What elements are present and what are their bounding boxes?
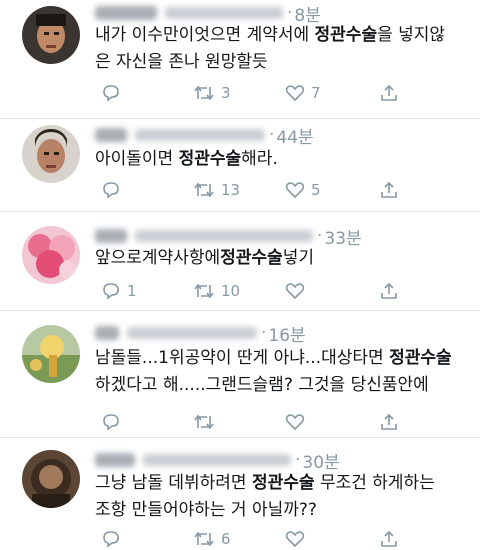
tweet-actions: [95, 413, 455, 433]
retweet-button[interactable]: [193, 413, 215, 431]
retweet-button[interactable]: 13: [193, 181, 240, 199]
timestamp[interactable]: 16분: [268, 321, 305, 346]
like-button[interactable]: [285, 282, 311, 300]
reply-button[interactable]: [101, 181, 127, 199]
user-handle[interactable]: [135, 129, 265, 141]
reply-icon: [103, 85, 119, 102]
heart-icon: [285, 283, 305, 300]
avatar[interactable]: [22, 226, 80, 284]
retweet-button[interactable]: 6: [193, 530, 231, 548]
reply-icon: [103, 531, 119, 548]
like-button[interactable]: [285, 530, 305, 548]
share-button[interactable]: [380, 530, 398, 548]
tweet[interactable]: · 44분 아이돌이면 정관수술해라. 13 5: [0, 119, 480, 211]
tweet-header: · 16분: [95, 321, 306, 346]
tweet-header: · 8분: [95, 3, 321, 26]
heart-icon: [285, 182, 305, 199]
user-handle[interactable]: [135, 230, 313, 242]
heart-icon: [285, 531, 305, 548]
share-button[interactable]: [380, 181, 398, 199]
tweet-header: · 44분: [95, 123, 314, 148]
timestamp[interactable]: 30분: [302, 448, 339, 473]
tweet-actions: 13 5: [95, 181, 455, 201]
timestamp[interactable]: 44분: [276, 123, 313, 148]
tweet-text: 앞으로계약사항에정관수술넣기: [95, 248, 314, 268]
like-button[interactable]: 7: [285, 84, 321, 102]
reply-button[interactable]: 1: [101, 282, 137, 300]
share-icon: [381, 181, 397, 198]
user-name[interactable]: [95, 6, 157, 20]
avatar[interactable]: [22, 325, 80, 383]
retweet-icon: [194, 85, 214, 101]
tweet-text: 아이돌이면 정관수술해라.: [95, 149, 278, 169]
retweet-icon: [194, 531, 214, 547]
like-button[interactable]: 5: [285, 181, 321, 199]
reply-button[interactable]: [101, 530, 127, 548]
tweet-actions: 1 10: [95, 282, 455, 302]
retweet-button[interactable]: 10: [193, 282, 240, 300]
tweet-header: · 33분: [95, 226, 362, 249]
user-name[interactable]: [95, 128, 127, 142]
reply-icon: [103, 414, 119, 431]
heart-icon: [285, 414, 305, 431]
user-name[interactable]: [95, 229, 127, 243]
share-icon: [381, 282, 397, 299]
reply-icon: [103, 283, 119, 300]
share-icon: [381, 530, 397, 547]
tweet-actions: 6: [95, 530, 455, 550]
share-icon: [381, 413, 397, 430]
tweet-text: 내가 이수만이엇으면 계약서에 정관수술을 넣지않 은 자신을 존나 원망할듯: [95, 25, 446, 72]
heart-icon: [285, 85, 305, 102]
tweet[interactable]: · 8분 내가 이수만이엇으면 계약서에 정관수술을 넣지않 은 자신을 존나 원…: [0, 0, 480, 118]
share-button[interactable]: [380, 282, 398, 300]
avatar[interactable]: [22, 125, 80, 183]
tweet-text: 남돌들...1위공약이 딴게 아냐...대상타면 정관수술 하겠다고 해.....…: [95, 348, 452, 395]
share-button[interactable]: [380, 413, 398, 431]
share-icon: [381, 84, 397, 101]
tweet[interactable]: · 33분 앞으로계약사항에정관수술넣기 1 10: [0, 212, 480, 304]
retweet-icon: [194, 182, 214, 198]
retweet-button[interactable]: 3: [193, 84, 231, 102]
tweet[interactable]: · 16분 남돌들...1위공약이 딴게 아냐...대상타면 정관수술 하겠다고 …: [0, 311, 480, 436]
reply-button[interactable]: [101, 84, 127, 102]
avatar[interactable]: [22, 450, 80, 508]
user-handle[interactable]: [143, 454, 291, 466]
user-handle[interactable]: [127, 327, 257, 339]
user-name[interactable]: [95, 453, 135, 467]
reply-button[interactable]: [101, 413, 121, 431]
user-name[interactable]: [95, 326, 119, 340]
share-button[interactable]: [380, 84, 398, 102]
like-button[interactable]: [285, 413, 305, 431]
tweet[interactable]: · 30분 그냥 남돌 데뷔하려면 정관수술 무조건 하게하는 조항 만들어야하는…: [0, 438, 480, 548]
user-handle[interactable]: [165, 7, 283, 19]
tweet-text: 그냥 남돌 데뷔하려면 정관수술 무조건 하게하는 조항 만들어야하는 거 아닐까…: [95, 473, 435, 520]
avatar[interactable]: [22, 6, 80, 64]
retweet-icon: [194, 414, 214, 430]
tweet-header: · 30분: [95, 448, 340, 473]
reply-icon: [103, 182, 119, 199]
retweet-icon: [194, 283, 214, 299]
tweet-actions: 3 7: [95, 84, 455, 104]
